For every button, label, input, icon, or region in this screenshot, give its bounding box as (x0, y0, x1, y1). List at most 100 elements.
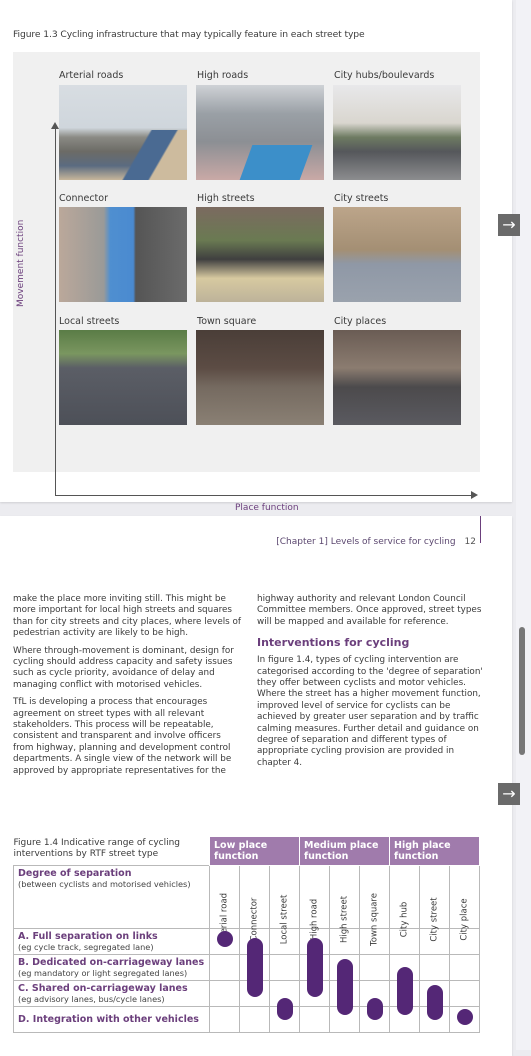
section-heading: Interventions for cycling (257, 636, 410, 650)
grid-cell (329, 954, 360, 981)
grid-cell (299, 954, 330, 981)
separation-row: C. Shared on-carriageway lanes (eg adviso… (13, 980, 480, 1007)
row-title: D. Integration with other vehicles (18, 1014, 199, 1025)
grid-cell (239, 1006, 270, 1033)
scrollbar-track[interactable] (516, 0, 531, 1050)
separation-row-label: B. Dedicated on-carriageway lanes (eg man… (13, 954, 210, 981)
column-header-row: Degree of separation (between cyclists a… (13, 865, 480, 946)
figure-1-4-caption: Figure 1.4 Indicative range of cycling i… (13, 837, 181, 859)
column-header: Arterial road (209, 865, 240, 946)
page-number: 12 (464, 537, 476, 547)
figure-1-4-table: Figure 1.4 Indicative range of cycling i… (13, 836, 480, 1033)
column-header-label: City hub (399, 901, 409, 938)
grid-cell (389, 1006, 420, 1033)
paragraph: In figure 1.4, types of cycling interven… (257, 655, 483, 768)
paragraph: TfL is developing a process that encoura… (13, 697, 232, 776)
row-subtitle: (eg advisory lanes, bus/cycle lanes) (18, 994, 165, 1004)
x-axis-label: Place function (235, 503, 299, 513)
right-text-column: highway authority and relevant London Co… (257, 594, 487, 775)
grid-cell (209, 1006, 240, 1033)
running-head-title: [Chapter 1] Levels of service for cyclin… (276, 537, 456, 547)
grid-label: City places (334, 316, 387, 327)
grid-cell (359, 980, 390, 1007)
group-header-low: Low place function (209, 836, 300, 866)
row-subtitle: (eg cycle track, segregated lane) (18, 942, 154, 952)
left-text-column: make the place more inviting still. This… (13, 594, 243, 783)
next-page-arrow-icon[interactable]: → (498, 783, 520, 805)
figure-1-3-panel: Movement function Place function Arteria… (13, 52, 480, 513)
running-head-rule (480, 516, 481, 543)
degree-title: Degree of separation (18, 868, 132, 879)
scrollbar-thumb[interactable] (519, 627, 525, 755)
grid-cell (419, 980, 450, 1007)
y-axis-line (55, 128, 56, 495)
separation-row-label: C. Shared on-carriageway lanes (eg adviso… (13, 980, 210, 1007)
row-title: C. Shared on-carriageway lanes (18, 983, 188, 994)
grid-cell (239, 980, 270, 1007)
degree-subtitle: (between cyclists and motorised vehicles… (18, 879, 191, 889)
column-header: High street (329, 865, 360, 943)
separation-row: A. Full separation on links (eg cycle tra… (13, 928, 480, 955)
grid-cell (449, 980, 480, 1007)
degree-of-separation-header: Degree of separation (between cyclists a… (13, 865, 210, 929)
row-subtitle: (eg mandatory or light segregated lanes) (18, 968, 188, 978)
grid-cell (239, 954, 270, 981)
grid-cell (299, 980, 330, 1007)
grid-label: City hubs/boulevards (334, 70, 435, 81)
x-axis-arrow-icon (471, 491, 478, 499)
column-header: High road (299, 865, 330, 940)
local-streets-photo (59, 330, 187, 425)
grid-label: Arterial roads (59, 70, 124, 81)
high-roads-photo (196, 85, 324, 180)
column-header: Connector (239, 865, 270, 941)
grid-label: High roads (197, 70, 249, 81)
grid-cell (269, 980, 300, 1007)
figure-1-3-caption: Figure 1.3 Cycling infrastructure that m… (13, 29, 365, 40)
column-header-label: City place (459, 898, 469, 941)
group-header-high: High place function (389, 836, 480, 866)
paragraph: make the place more inviting still. This… (13, 594, 242, 639)
grid-cell (419, 954, 450, 981)
row-title: A. Full separation on links (18, 931, 158, 942)
next-page-arrow-icon[interactable]: → (498, 214, 520, 236)
grid-cell (389, 980, 420, 1007)
city-streets-photo (333, 207, 461, 302)
separation-row-label: A. Full separation on links (eg cycle tra… (13, 928, 210, 955)
group-header-row: Figure 1.4 Indicative range of cycling i… (14, 836, 480, 866)
column-header-label: Arterial road (219, 892, 229, 947)
column-header: City place (449, 865, 480, 941)
grid-cell (299, 1006, 330, 1033)
grid-label: City streets (334, 193, 389, 204)
grid-cell (269, 954, 300, 981)
column-header-label: Local street (279, 894, 289, 945)
separation-row-label: D. Integration with other vehicles (13, 1006, 210, 1033)
column-header-label: Town square (369, 893, 379, 946)
grid-cell (449, 1006, 480, 1033)
grid-cell (269, 1006, 300, 1033)
column-header-label: High road (309, 898, 319, 941)
grid-label: High streets (197, 193, 255, 204)
grid-cell (389, 954, 420, 981)
grid-cell (359, 954, 390, 981)
column-header: Town square (359, 865, 390, 946)
y-axis-label: Movement function (16, 219, 26, 307)
row-title: B. Dedicated on-carriageway lanes (18, 957, 205, 968)
column-header-label: Connector (249, 897, 259, 942)
running-head: [Chapter 1] Levels of service for cyclin… (276, 537, 476, 547)
high-streets-photo (196, 207, 324, 302)
city-hubs-photo (333, 85, 461, 180)
figure-1-4-caption-cell: Figure 1.4 Indicative range of cycling i… (14, 837, 210, 866)
arterial-roads-photo (59, 85, 187, 180)
grid-label: Town square (197, 316, 257, 327)
connector-photo (59, 207, 187, 302)
grid-cell (449, 954, 480, 981)
column-header: City street (419, 865, 450, 942)
column-header-label: City street (429, 897, 439, 942)
grid-cell (209, 980, 240, 1007)
town-square-photo (196, 330, 324, 425)
separation-row: B. Dedicated on-carriageway lanes (eg man… (13, 954, 480, 981)
x-axis-line (55, 495, 474, 496)
grid-cell (329, 1006, 360, 1033)
group-header-medium: Medium place function (299, 836, 390, 866)
column-header-label: High street (339, 895, 349, 944)
